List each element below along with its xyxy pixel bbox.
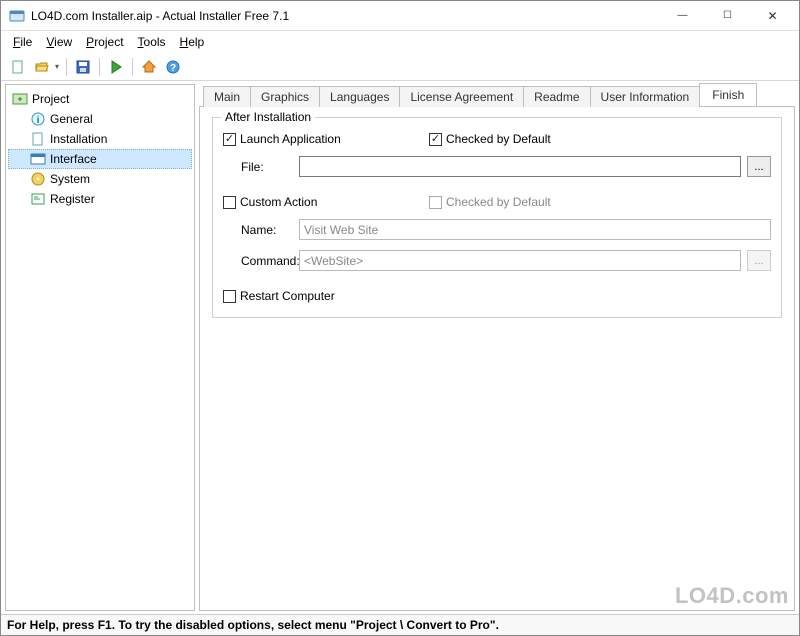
help-button[interactable]: ?	[162, 56, 184, 78]
page-icon	[30, 131, 46, 147]
register-icon	[30, 191, 46, 207]
tree-label: System	[50, 172, 90, 186]
window-controls: — ☐ ✕	[660, 2, 795, 30]
checkbox-restart-computer[interactable]	[223, 290, 236, 303]
label-launch-application: Launch Application	[240, 132, 341, 146]
tree-item-installation[interactable]: Installation	[8, 129, 192, 149]
project-icon	[12, 91, 28, 107]
tree-label: Register	[50, 192, 95, 206]
groupbox-title: After Installation	[221, 110, 315, 124]
menu-view[interactable]: View	[40, 33, 78, 51]
titlebar: LO4D.com Installer.aip - Actual Installe…	[1, 1, 799, 31]
input-command	[299, 250, 741, 271]
home-button[interactable]	[138, 56, 160, 78]
tab-readme[interactable]: Readme	[523, 86, 590, 107]
label-restart-computer: Restart Computer	[240, 289, 335, 303]
main-panel: Main Graphics Languages License Agreemen…	[199, 84, 795, 611]
label-custom-action: Custom Action	[240, 195, 317, 209]
minimize-button[interactable]: —	[660, 2, 705, 30]
label-name: Name:	[223, 223, 293, 237]
label-custom-default: Checked by Default	[446, 195, 551, 209]
app-icon	[9, 8, 25, 24]
info-icon: i	[30, 111, 46, 127]
tree-item-system[interactable]: System	[8, 169, 192, 189]
open-dropdown[interactable]: ▾	[53, 62, 61, 71]
menubar: File View Project Tools Help	[1, 31, 799, 53]
toolbar-separator	[66, 58, 67, 76]
menu-file[interactable]: File	[7, 33, 38, 51]
tab-finish[interactable]: Finish	[699, 83, 757, 106]
svg-text:i: i	[37, 115, 40, 126]
checkbox-launch-default[interactable]: ✓	[429, 133, 442, 146]
tree-root-project[interactable]: Project	[8, 89, 192, 109]
status-text: For Help, press F1. To try the disabled …	[7, 618, 499, 632]
browse-file-button[interactable]: ...	[747, 156, 771, 177]
input-file[interactable]	[299, 156, 741, 177]
toolbar: ▾ ?	[1, 53, 799, 81]
groupbox-after-installation: After Installation ✓ Launch Application …	[212, 117, 782, 318]
input-name	[299, 219, 771, 240]
menu-help[interactable]: Help	[174, 33, 211, 51]
tree-item-general[interactable]: i General	[8, 109, 192, 129]
window-icon	[30, 151, 46, 167]
tab-languages[interactable]: Languages	[319, 86, 400, 107]
run-button[interactable]	[105, 56, 127, 78]
close-button[interactable]: ✕	[750, 2, 795, 30]
browse-command-button: ...	[747, 250, 771, 271]
checkbox-launch-application[interactable]: ✓	[223, 133, 236, 146]
open-button[interactable]	[31, 56, 53, 78]
label-file: File:	[223, 160, 293, 174]
tab-main[interactable]: Main	[203, 86, 251, 107]
label-launch-default: Checked by Default	[446, 132, 551, 146]
tree-label: Interface	[50, 152, 97, 166]
tab-userinfo[interactable]: User Information	[590, 86, 701, 107]
label-command: Command:	[223, 254, 293, 268]
window-title: LO4D.com Installer.aip - Actual Installe…	[31, 9, 660, 23]
tree-root-label: Project	[32, 92, 69, 106]
tab-content-finish: After Installation ✓ Launch Application …	[199, 106, 795, 611]
tabstrip: Main Graphics Languages License Agreemen…	[199, 84, 795, 106]
sidebar: Project i General Installation Interface…	[5, 84, 195, 611]
tab-license[interactable]: License Agreement	[399, 86, 524, 107]
checkbox-custom-default	[429, 196, 442, 209]
tree-label: Installation	[50, 132, 107, 146]
content-area: Project i General Installation Interface…	[1, 82, 799, 613]
menu-project[interactable]: Project	[80, 33, 129, 51]
tree-item-interface[interactable]: Interface	[8, 149, 192, 169]
checkbox-custom-action[interactable]	[223, 196, 236, 209]
save-button[interactable]	[72, 56, 94, 78]
statusbar: For Help, press F1. To try the disabled …	[1, 614, 799, 635]
toolbar-separator	[132, 58, 133, 76]
maximize-button[interactable]: ☐	[705, 2, 750, 30]
toolbar-separator	[99, 58, 100, 76]
tab-graphics[interactable]: Graphics	[250, 86, 320, 107]
tree-label: General	[50, 112, 93, 126]
tree-item-register[interactable]: Register	[8, 189, 192, 209]
menu-tools[interactable]: Tools	[132, 33, 172, 51]
disk-icon	[30, 171, 46, 187]
new-button[interactable]	[7, 56, 29, 78]
svg-text:?: ?	[170, 63, 176, 74]
